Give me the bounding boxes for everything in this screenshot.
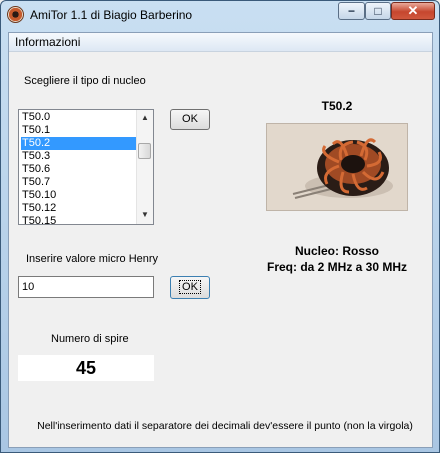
decimal-separator-note: Nell'inserimento dati il separatore dei …: [37, 420, 413, 432]
window-title: AmiTor 1.1 di Biagio Barberino: [30, 8, 193, 22]
scroll-up-icon[interactable]: ▲: [137, 110, 153, 126]
minimize-icon: −: [347, 4, 355, 18]
toroid-coil-photo: [266, 123, 408, 211]
core-nucleus: Nucleo: Rosso: [294, 244, 379, 258]
scroll-thumb[interactable]: [138, 143, 151, 159]
minimize-button[interactable]: −: [338, 2, 365, 20]
toroid-app-icon: [7, 6, 24, 23]
list-item[interactable]: T50.12: [21, 202, 138, 215]
list-scrollbar[interactable]: ▲ ▼: [136, 110, 153, 224]
core-select-label: Scegliere il tipo di nucleo: [24, 75, 146, 87]
turns-result: 45: [18, 355, 154, 381]
client-area: Informazioni Scegliere il tipo di nucleo…: [8, 32, 433, 448]
core-frequency: Freq: da 2 MHz a 30 MHz: [266, 260, 408, 274]
list-item[interactable]: T50.10: [21, 189, 138, 202]
turns-label: Numero di spire: [51, 333, 129, 345]
scroll-down-icon[interactable]: ▼: [137, 207, 153, 223]
core-listbox[interactable]: T50.0 T50.1 T50.2 T50.3 T50.6 T50.7 T50.…: [18, 109, 154, 225]
list-item[interactable]: T50.1: [21, 124, 138, 137]
calculate-ok-button[interactable]: OK: [170, 276, 210, 299]
app-window: AmiTor 1.1 di Biagio Barberino − □ ✕ Inf…: [0, 0, 440, 453]
menu-informazioni[interactable]: Informazioni: [15, 35, 80, 49]
menu-bar: Informazioni: [9, 33, 432, 52]
list-item[interactable]: T50.7: [21, 176, 138, 189]
maximize-icon: □: [374, 4, 382, 18]
close-button[interactable]: ✕: [391, 2, 435, 20]
core-name: T50.2: [321, 99, 353, 113]
close-icon: ✕: [407, 3, 419, 18]
list-item[interactable]: T50.6: [21, 163, 138, 176]
list-item[interactable]: T50.0: [21, 111, 138, 124]
list-item-selected[interactable]: T50.2: [21, 137, 138, 150]
maximize-button[interactable]: □: [365, 2, 391, 20]
core-ok-button[interactable]: OK: [170, 109, 210, 130]
list-item[interactable]: T50.3: [21, 150, 138, 163]
title-bar[interactable]: AmiTor 1.1 di Biagio Barberino − □ ✕: [1, 1, 439, 31]
inductance-input[interactable]: 10: [18, 276, 154, 298]
ok-label: OK: [179, 280, 201, 294]
inductance-label: Inserire valore micro Henry: [26, 253, 159, 265]
list-item[interactable]: T50.15: [21, 215, 138, 224]
core-details: Nucleo: Rosso Freq: da 2 MHz a 30 MHz: [246, 243, 428, 275]
